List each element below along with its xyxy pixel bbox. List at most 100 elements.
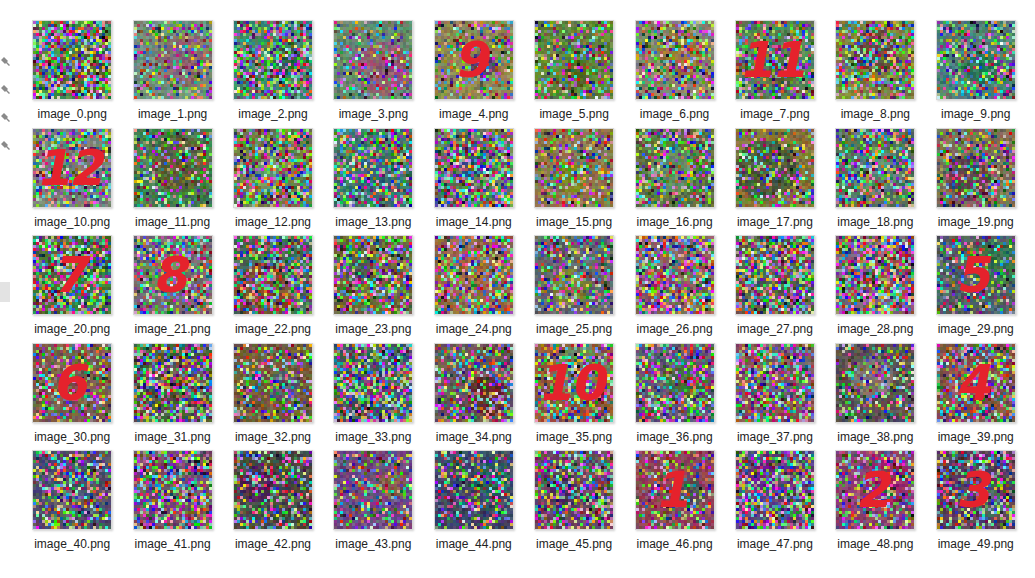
thumbnail[interactable] [233, 343, 313, 423]
file-name[interactable]: image_27.png [737, 322, 813, 336]
file-name[interactable]: image_18.png [837, 215, 913, 229]
file-name[interactable]: image_40.png [34, 537, 110, 551]
thumbnail[interactable] [32, 20, 112, 100]
file-item[interactable]: image_13.png [323, 128, 423, 236]
thumbnail[interactable] [735, 343, 815, 423]
file-item[interactable]: image_3.png [323, 20, 423, 128]
file-item[interactable]: image_36.png [624, 343, 724, 451]
file-item[interactable]: image_34.png [424, 343, 524, 451]
file-name[interactable]: image_24.png [436, 322, 512, 336]
file-item[interactable]: image_43.png [323, 450, 423, 558]
file-name[interactable]: image_15.png [536, 215, 612, 229]
thumbnail[interactable] [133, 450, 213, 530]
thumbnail[interactable] [434, 128, 514, 208]
thumbnail[interactable] [233, 235, 313, 315]
thumbnail[interactable]: 8 [133, 235, 213, 315]
thumbnail[interactable] [835, 128, 915, 208]
file-name[interactable]: image_28.png [837, 322, 913, 336]
file-item[interactable]: 12 image_10.png [22, 128, 122, 236]
thumbnail[interactable] [133, 20, 213, 100]
thumbnail[interactable] [735, 235, 815, 315]
thumbnail[interactable]: 11 [735, 20, 815, 100]
file-name[interactable]: image_32.png [235, 430, 311, 444]
file-name[interactable]: image_35.png [536, 430, 612, 444]
thumbnail[interactable] [835, 343, 915, 423]
thumbnail[interactable] [534, 128, 614, 208]
file-item[interactable]: image_16.png [624, 128, 724, 236]
thumbnail[interactable] [233, 450, 313, 530]
thumbnail[interactable] [333, 450, 413, 530]
thumbnail[interactable] [333, 343, 413, 423]
file-item[interactable]: 8 image_21.png [122, 235, 222, 343]
file-name[interactable]: image_36.png [637, 430, 713, 444]
thumbnail[interactable] [635, 235, 715, 315]
file-item[interactable]: image_44.png [424, 450, 524, 558]
file-name[interactable]: image_8.png [841, 107, 910, 121]
thumbnail[interactable] [333, 20, 413, 100]
thumbnail[interactable] [434, 343, 514, 423]
thumbnail[interactable]: 6 [32, 343, 112, 423]
file-name[interactable]: image_47.png [737, 537, 813, 551]
thumbnail[interactable] [936, 128, 1016, 208]
file-name[interactable]: image_20.png [34, 322, 110, 336]
thumbnail[interactable]: 3 [936, 450, 1016, 530]
file-item[interactable]: image_6.png [624, 20, 724, 128]
file-name[interactable]: image_9.png [941, 107, 1010, 121]
file-item[interactable]: image_25.png [524, 235, 624, 343]
thumbnail[interactable] [635, 128, 715, 208]
file-name[interactable]: image_11.png [135, 215, 210, 229]
file-item[interactable]: image_5.png [524, 20, 624, 128]
thumbnail[interactable] [534, 20, 614, 100]
file-name[interactable]: image_7.png [740, 107, 809, 121]
file-name[interactable]: image_39.png [938, 430, 1014, 444]
thumbnail[interactable] [835, 20, 915, 100]
file-name[interactable]: image_33.png [335, 430, 411, 444]
file-name[interactable]: image_0.png [38, 107, 107, 121]
file-name[interactable]: image_29.png [938, 322, 1014, 336]
file-item[interactable]: image_2.png [223, 20, 323, 128]
file-item[interactable]: image_18.png [825, 128, 925, 236]
file-name[interactable]: image_10.png [34, 215, 110, 229]
thumbnail[interactable]: 9 [434, 20, 514, 100]
thumbnail[interactable]: 5 [936, 235, 1016, 315]
file-item[interactable]: image_45.png [524, 450, 624, 558]
file-name[interactable]: image_14.png [436, 215, 512, 229]
file-item[interactable]: image_0.png [22, 20, 122, 128]
file-item[interactable]: image_31.png [122, 343, 222, 451]
thumbnail[interactable] [434, 235, 514, 315]
file-name[interactable]: image_31.png [135, 430, 211, 444]
thumbnail[interactable]: 12 [32, 128, 112, 208]
file-item[interactable]: 6image_30.png [22, 343, 122, 451]
file-item[interactable]: image_22.png [223, 235, 323, 343]
file-item[interactable]: image_24.png [424, 235, 524, 343]
file-item[interactable]: image_19.png [926, 128, 1026, 236]
thumbnail[interactable]: 2 [835, 450, 915, 530]
thumbnail[interactable] [133, 343, 213, 423]
thumbnail[interactable] [534, 450, 614, 530]
file-name[interactable]: image_26.png [637, 322, 713, 336]
file-name[interactable]: image_38.png [837, 430, 913, 444]
file-item[interactable]: image_8.png [825, 20, 925, 128]
thumbnail[interactable] [233, 128, 313, 208]
file-item[interactable]: image_9.png [926, 20, 1026, 128]
file-item[interactable]: 1image_46.png [624, 450, 724, 558]
file-item[interactable]: 4 image_39.png [926, 343, 1026, 451]
thumbnail[interactable]: 4 [936, 343, 1016, 423]
file-name[interactable]: image_21.png [135, 322, 211, 336]
file-item[interactable]: image_11.png [122, 128, 222, 236]
file-name[interactable]: image_48.png [837, 537, 913, 551]
file-item[interactable]: image_37.png [725, 343, 825, 451]
file-item[interactable]: image_40.png [22, 450, 122, 558]
file-name[interactable]: image_37.png [737, 430, 813, 444]
thumbnail[interactable] [936, 20, 1016, 100]
file-item[interactable]: 5 image_29.png [926, 235, 1026, 343]
file-item[interactable]: image_12.png [223, 128, 323, 236]
thumbnail[interactable] [635, 20, 715, 100]
file-item[interactable]: image_42.png [223, 450, 323, 558]
file-name[interactable]: image_5.png [539, 107, 608, 121]
file-name[interactable]: image_6.png [640, 107, 709, 121]
pin-icon[interactable] [0, 84, 12, 96]
file-item[interactable]: 9 image_4.png [424, 20, 524, 128]
file-name[interactable]: image_4.png [439, 107, 508, 121]
file-item[interactable]: image_26.png [624, 235, 724, 343]
